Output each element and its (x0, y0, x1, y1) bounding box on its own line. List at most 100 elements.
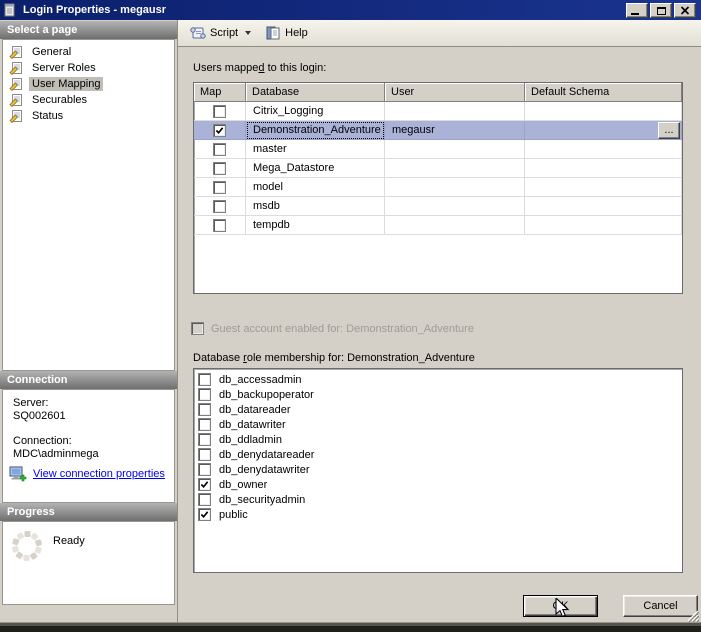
table-row[interactable]: tempdb (194, 216, 682, 235)
close-icon (680, 6, 690, 15)
users-mapped-label: Users mapped to this login: (193, 62, 326, 74)
sidebar-item-securables[interactable]: Securables (3, 92, 174, 108)
role-checkbox[interactable] (198, 433, 211, 446)
map-checkbox[interactable] (213, 200, 226, 213)
table-row[interactable]: model (194, 178, 682, 197)
default-schema-cell[interactable] (525, 159, 682, 178)
table-row[interactable]: Mega_Datastore (194, 159, 682, 178)
user-cell[interactable] (385, 140, 525, 159)
table-row[interactable]: msdb (194, 197, 682, 216)
role-label: db_ddladmin (219, 434, 282, 446)
toolbar: Script Help (178, 20, 701, 47)
default-schema-cell[interactable] (525, 140, 682, 159)
list-item-db_securityadmin[interactable]: db_securityadmin (194, 492, 682, 507)
default-schema-cell[interactable]: ... (525, 121, 682, 140)
list-item-public[interactable]: public (194, 507, 682, 522)
column-header-database[interactable]: Database (246, 83, 385, 102)
default-schema-cell[interactable] (525, 197, 682, 216)
progress-header: Progress (0, 503, 177, 521)
map-checkbox[interactable] (213, 219, 226, 232)
database-cell[interactable]: Mega_Datastore (246, 159, 385, 178)
table-row[interactable]: master (194, 140, 682, 159)
table-row[interactable]: Demonstration_Adventuremegausr... (194, 121, 682, 140)
default-schema-cell[interactable] (525, 178, 682, 197)
titlebar[interactable]: Login Properties - megausr (0, 0, 701, 20)
role-checkbox[interactable] (198, 448, 211, 461)
database-cell[interactable]: Demonstration_Adventure (246, 121, 385, 140)
guest-account-checkbox (191, 322, 204, 335)
database-cell[interactable]: model (246, 178, 385, 197)
role-checkbox[interactable] (198, 508, 211, 521)
role-checkbox[interactable] (198, 403, 211, 416)
default-schema-cell[interactable] (525, 216, 682, 235)
user-mapping-grid: MapDatabaseUserDefault Schema Citrix_Log… (193, 82, 683, 294)
server-label: Server: (13, 397, 48, 409)
role-checkbox[interactable] (198, 373, 211, 386)
chevron-down-icon (245, 31, 251, 35)
database-cell[interactable]: Citrix_Logging (246, 102, 385, 121)
user-cell[interactable] (385, 102, 525, 121)
role-checkbox[interactable] (198, 463, 211, 476)
sidebar-item-status[interactable]: Status (3, 108, 174, 124)
maximize-button[interactable] (650, 3, 672, 18)
list-item-db_ddladmin[interactable]: db_ddladmin (194, 432, 682, 447)
connection-panel: Server: SQ002601 Connection: MDC\adminme… (2, 389, 175, 503)
database-cell[interactable]: master (246, 140, 385, 159)
column-header-map[interactable]: Map (194, 83, 246, 102)
guest-account-label: Guest account enabled for: Demonstration… (211, 323, 474, 335)
sidebar-item-general[interactable]: General (3, 44, 174, 60)
sidebar-item-label: Server Roles (29, 61, 99, 75)
table-row[interactable]: Citrix_Logging (194, 102, 682, 121)
page-icon (9, 93, 24, 107)
page-list: GeneralServer Roles User MappingSecurable… (2, 39, 175, 371)
list-item-db_datawriter[interactable]: db_datawriter (194, 417, 682, 432)
role-label: db_owner (219, 479, 267, 491)
role-checkbox[interactable] (198, 418, 211, 431)
map-checkbox[interactable] (213, 105, 226, 118)
list-item-db_backupoperator[interactable]: db_backupoperator (194, 387, 682, 402)
connection-value: MDC\adminmega (13, 448, 99, 460)
database-cell[interactable]: msdb (246, 197, 385, 216)
role-label: db_datawriter (219, 419, 286, 431)
list-item-db_accessadmin[interactable]: db_accessadmin (194, 372, 682, 387)
user-cell[interactable] (385, 216, 525, 235)
default-schema-cell[interactable] (525, 102, 682, 121)
list-item-db_denydatareader[interactable]: db_denydatareader (194, 447, 682, 462)
minimize-button[interactable] (626, 3, 648, 18)
sidebar-item-server-roles[interactable]: Server Roles (3, 60, 174, 76)
sidebar-item-user-mapping[interactable]: User Mapping (3, 76, 174, 92)
list-item-db_datareader[interactable]: db_datareader (194, 402, 682, 417)
column-header-user[interactable]: User (385, 83, 525, 102)
view-connection-properties-link[interactable]: View connection properties (33, 468, 165, 480)
role-checkbox[interactable] (198, 388, 211, 401)
page-icon (9, 77, 24, 91)
map-checkbox[interactable] (213, 124, 226, 137)
map-checkbox[interactable] (213, 143, 226, 156)
user-cell[interactable] (385, 197, 525, 216)
map-checkbox[interactable] (213, 162, 226, 175)
map-cell (194, 197, 246, 216)
ok-button[interactable]: OK (523, 595, 598, 617)
script-button[interactable]: Script (185, 23, 255, 43)
list-item-db_denydatawriter[interactable]: db_denydatawriter (194, 462, 682, 477)
role-label: db_accessadmin (219, 374, 302, 386)
sidebar-item-label: User Mapping (29, 77, 103, 91)
role-checkbox[interactable] (198, 493, 211, 506)
close-button[interactable] (674, 3, 696, 18)
role-checkbox[interactable] (198, 478, 211, 491)
list-item-db_owner[interactable]: db_owner (194, 477, 682, 492)
default-schema-browse-button[interactable]: ... (658, 122, 680, 139)
page-icon (9, 45, 24, 59)
map-checkbox[interactable] (213, 181, 226, 194)
user-cell[interactable]: megausr (385, 121, 525, 140)
help-button[interactable]: Help (261, 23, 312, 43)
user-cell[interactable] (385, 159, 525, 178)
window-title: Login Properties - megausr (23, 4, 166, 16)
role-label: db_securityadmin (219, 494, 305, 506)
column-header-default-schema[interactable]: Default Schema (525, 83, 682, 102)
sidebar: Select a page GeneralServer RolesUser Ma… (0, 20, 177, 622)
user-cell[interactable] (385, 178, 525, 197)
progress-panel: Ready (2, 521, 175, 605)
map-cell (194, 140, 246, 159)
database-cell[interactable]: tempdb (246, 216, 385, 235)
